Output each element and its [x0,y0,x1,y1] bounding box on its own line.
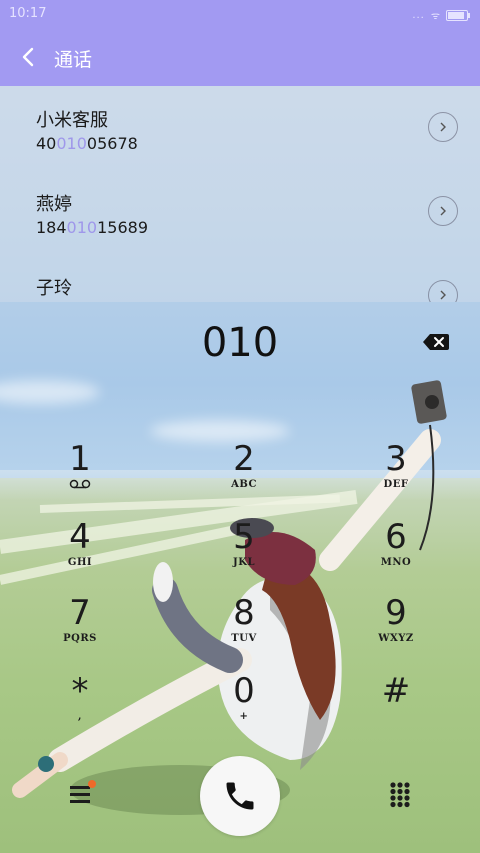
dial-key-digit: 6 [385,517,407,557]
chevron-right-icon[interactable] [428,196,458,226]
contact-name: 小米客服 [36,110,108,131]
dial-key[interactable]: 6 MNO [346,518,446,590]
dial-key-letters: ABC [231,479,257,490]
number-suffix: 15689 [97,218,148,237]
dial-key[interactable]: 7 PQRS [30,594,130,666]
dial-key[interactable]: 8 TUV [194,594,294,666]
contact-suggestion-list: 小米客服 4001005678 燕婷 18401015689 子玲 [0,86,480,302]
battery-level [448,11,465,19]
call-button[interactable] [200,756,280,836]
contact-name: 燕婷 [36,194,72,215]
dial-key-digit: * [71,671,89,711]
contact-suggestion-item[interactable]: 小米客服 4001005678 [0,86,480,170]
dial-key-letters: + [239,711,249,722]
dial-key[interactable]: 0 + [194,672,294,744]
number-match: 010 [56,134,87,153]
dial-key-digit: 2 [233,439,255,479]
phone-icon [226,782,254,810]
contact-number: 18401015689 [36,218,148,237]
signal-icon: ... [412,9,425,21]
dial-key[interactable]: 3 DEF [346,440,446,512]
number-prefix: 40 [36,134,57,153]
dial-key-letters: MNO [380,557,412,568]
dial-key-digit: 7 [69,593,91,633]
dial-key-letters: DEF [383,479,409,490]
dial-key[interactable]: 5 JKL [194,518,294,590]
contact-suggestion-item[interactable]: 子玲 [0,254,480,302]
dialpad-icon[interactable] [384,780,416,812]
contact-suggestion-item[interactable]: 燕婷 18401015689 [0,170,480,254]
dial-key-letters: GHI [67,557,93,568]
wifi-icon: ᯤ [430,11,440,22]
dial-key-digit: 1 [69,439,91,479]
dial-key-digit: 9 [385,593,407,633]
dial-key[interactable]: *, [30,672,130,744]
dial-key[interactable]: 2 ABC [194,440,294,512]
dial-key-digit: 3 [385,439,407,479]
chevron-right-icon[interactable] [428,280,458,302]
battery-icon [446,9,470,21]
dial-key-letters: TUV [231,633,257,644]
chevron-right-icon[interactable] [428,112,458,142]
contact-name: 子玲 [36,278,72,299]
page-title: 通话 [54,49,93,71]
voicemail-icon [30,479,130,492]
dial-key[interactable]: 4 GHI [30,518,130,590]
back-arrow-icon[interactable] [14,42,44,72]
number-match: 010 [66,218,98,237]
number-suffix: 05678 [86,134,138,153]
dial-key-letters: , [78,711,82,722]
app-header: 通话 [0,28,480,86]
dial-key-digit: 4 [69,517,91,557]
dial-key-digit: 0 [233,671,255,711]
dial-key-letters: JKL [233,557,255,568]
dialed-number-display: 010 [201,320,279,366]
dial-key[interactable]: 9 WXYZ [346,594,446,666]
dial-key[interactable]: # [346,672,446,744]
status-time: 10:17 [9,6,47,21]
contact-number: 4001005678 [36,134,138,153]
number-prefix: 184 [36,218,67,237]
status-icons: ... ᯤ [412,8,470,22]
dial-key-digit: 8 [233,593,255,633]
dial-key-digit: 5 [233,517,255,557]
status-bar: 10:17 ... ᯤ [0,0,480,28]
dial-key-digit: # [381,671,411,711]
backspace-icon[interactable] [422,332,450,352]
dial-key-letters: WXYZ [378,633,414,644]
notification-badge [88,780,96,788]
dial-key[interactable]: 1 [30,440,130,512]
dial-key-letters: PQRS [63,633,97,644]
